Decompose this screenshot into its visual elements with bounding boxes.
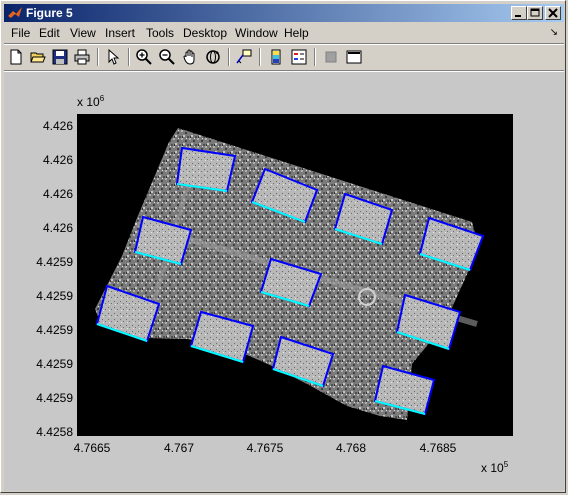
zoom-in-icon [136, 49, 152, 65]
plot-axes[interactable] [77, 114, 513, 436]
menu-file[interactable]: File [11, 25, 30, 41]
aerial-image [95, 128, 485, 420]
x-tick-label: 4.7685 [419, 441, 457, 455]
x-tick-label: 4.7675 [246, 441, 284, 455]
figure-window: Figure 5 File Edit View Insert Tools Des… [0, 0, 566, 493]
y-tick-label: 4.4259 [36, 323, 73, 337]
zoom-out-icon [159, 49, 175, 65]
new-figure-button[interactable] [6, 47, 26, 67]
menu-bar: File Edit View Insert Tools Desktop Wind… [4, 24, 564, 42]
building-1 [175, 146, 237, 193]
y-tick-label: 4.4258 [36, 425, 73, 439]
toolbar-separator [97, 48, 99, 66]
open-file-icon [30, 52, 46, 63]
insert-legend-button[interactable] [289, 47, 309, 67]
rotate-3d-icon [206, 50, 220, 64]
toolbar-separator [314, 48, 316, 66]
y-tick-label: 4.4259 [36, 255, 73, 269]
y-tick-label: 4.4259 [36, 391, 73, 405]
legend-icon [291, 49, 307, 65]
edit-plot-arrow-icon [108, 49, 120, 65]
menu-tools[interactable]: Tools [146, 25, 174, 41]
rotate-3d-button[interactable] [203, 47, 223, 67]
hide-plot-tools-button[interactable] [321, 47, 341, 67]
menu-desktop[interactable]: Desktop [183, 25, 227, 41]
pan-hand-icon [183, 49, 195, 65]
print-button[interactable] [72, 47, 92, 67]
y-tick-label: 4.426 [42, 119, 73, 133]
menu-help[interactable]: Help [284, 25, 309, 41]
close-button[interactable] [545, 6, 561, 20]
menu-edit[interactable]: Edit [39, 25, 60, 41]
hide-plot-tools-icon [325, 51, 337, 63]
show-plot-tools-button[interactable] [344, 47, 364, 67]
menu-insert[interactable]: Insert [105, 25, 135, 41]
title-bar[interactable]: Figure 5 [4, 4, 564, 22]
figure-toolbar [4, 45, 564, 69]
data-cursor-icon [236, 49, 252, 64]
minimize-icon [515, 15, 521, 17]
new-figure-icon [10, 49, 22, 65]
matlab-logo-icon [7, 5, 23, 21]
toolbar-separator [228, 48, 230, 66]
dock-arrow-icon[interactable]: ↘ [550, 27, 558, 38]
y-tick-label: 4.4259 [36, 289, 73, 303]
y-tick-label: 4.426 [42, 153, 73, 167]
y-tick-label: 4.426 [42, 187, 73, 201]
minimize-button[interactable] [511, 6, 527, 20]
maximize-icon [530, 8, 540, 17]
y-tick-label: 4.426 [42, 221, 73, 235]
close-icon [548, 8, 558, 18]
toolbar-separator [128, 48, 130, 66]
open-file-button[interactable] [28, 47, 48, 67]
pan-button[interactable] [180, 47, 200, 67]
x-axis-exponent: x 105 [481, 460, 509, 475]
menu-view[interactable]: View [70, 25, 96, 41]
x-tick-label: 4.767 [163, 441, 195, 455]
save-button[interactable] [50, 47, 70, 67]
maximize-button[interactable] [527, 6, 543, 20]
show-plot-tools-icon [346, 50, 362, 64]
y-axis-exponent: x 106 [77, 94, 105, 109]
print-icon [74, 49, 90, 65]
insert-colorbar-button[interactable] [266, 47, 286, 67]
y-tick-label: 4.4259 [36, 357, 73, 371]
x-tick-label: 4.7665 [73, 441, 111, 455]
zoom-out-button[interactable] [157, 47, 177, 67]
menu-window[interactable]: Window [235, 25, 278, 41]
colorbar-icon [271, 49, 281, 65]
toolbar-separator [259, 48, 261, 66]
zoom-in-button[interactable] [134, 47, 154, 67]
x-tick-label: 4.768 [335, 441, 367, 455]
save-icon [52, 49, 68, 65]
window-title: Figure 5 [26, 6, 73, 20]
data-cursor-button[interactable] [234, 47, 254, 67]
edit-plot-button[interactable] [103, 47, 123, 67]
